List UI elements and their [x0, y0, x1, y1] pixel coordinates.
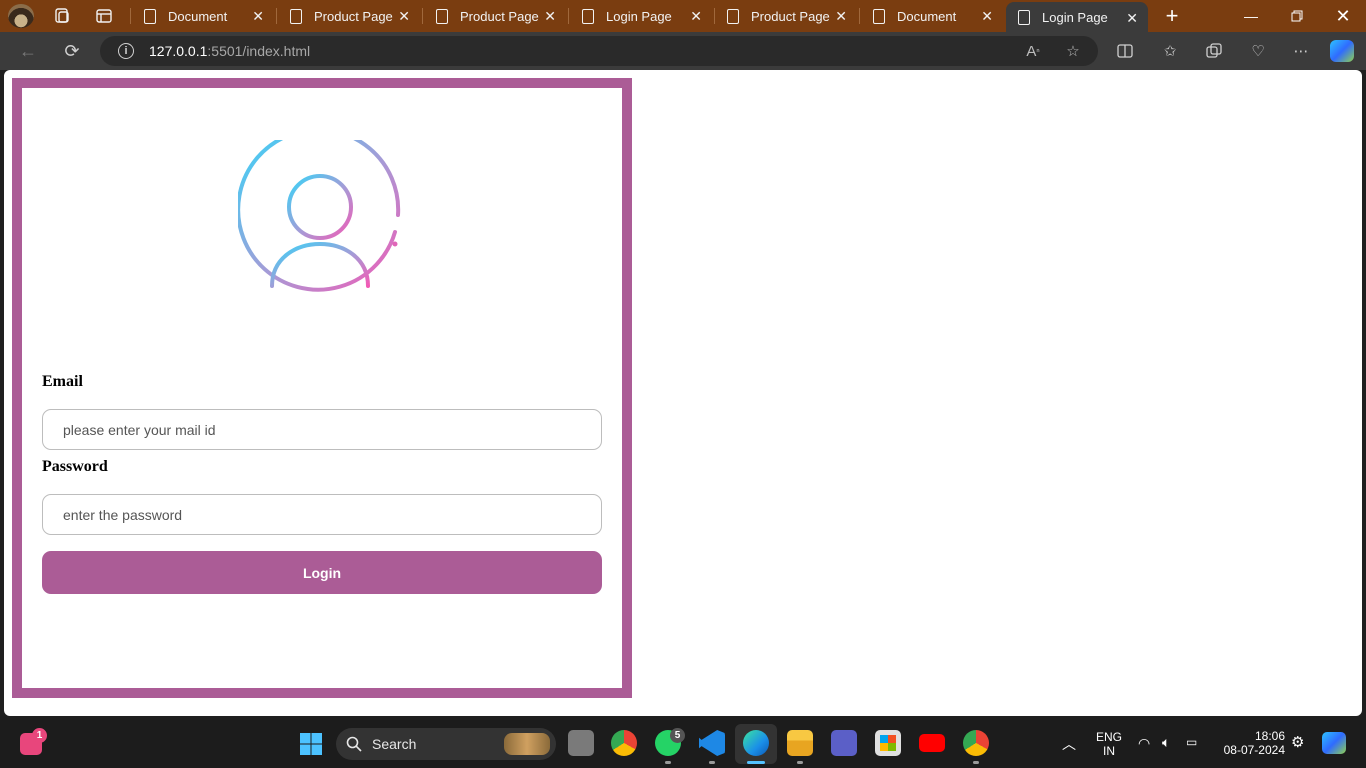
chevron-up-icon[interactable]: ︿ — [1062, 734, 1076, 754]
tab-label: Document — [897, 8, 957, 24]
document-icon — [727, 8, 739, 24]
restore-button[interactable] — [1274, 0, 1320, 32]
close-icon[interactable]: ✕ — [835, 8, 847, 25]
tab-label: Product Page — [314, 8, 393, 24]
address-bar[interactable]: i 127.0.0.1:5501/index.html Aⁿ ☆ — [100, 36, 1098, 66]
document-icon — [290, 8, 302, 24]
tab-document-2[interactable]: Document ✕ — [861, 0, 1003, 32]
windows-start-icon[interactable] — [299, 732, 323, 756]
info-icon[interactable]: i — [118, 43, 134, 59]
tab-strip: Document ✕ Product Page ✕ Product Page ✕… — [0, 0, 1366, 32]
volume-icon[interactable]: 🔈︎ — [1162, 734, 1170, 751]
search-icon — [346, 736, 362, 752]
copilot-icon[interactable] — [1330, 40, 1354, 62]
favorites-icon[interactable]: ✩ — [1159, 40, 1181, 62]
document-icon — [1018, 9, 1030, 25]
email-label: Email — [42, 373, 83, 390]
password-label: Password — [42, 458, 108, 475]
tab-document-1[interactable]: Document ✕ — [132, 0, 274, 32]
tab-product-page-1[interactable]: Product Page ✕ — [278, 0, 420, 32]
vscode-icon[interactable] — [699, 730, 725, 756]
file-explorer-icon[interactable] — [787, 730, 813, 756]
page-viewport: Email Password Login — [4, 70, 1362, 716]
language-indicator[interactable]: ENG IN — [1096, 730, 1122, 758]
tab-label: Product Page — [460, 8, 539, 24]
close-icon[interactable]: ✕ — [690, 8, 702, 25]
chrome-profile-icon[interactable] — [963, 730, 989, 756]
read-aloud-icon[interactable]: Aⁿ — [1023, 41, 1043, 61]
document-icon — [436, 8, 448, 24]
document-icon — [873, 8, 885, 24]
taskbar: 1 Search 5 ︿ ENG IN ◠ 🔈︎ ▭ 18:06 08-07-2… — [0, 720, 1366, 768]
clock[interactable]: 18:06 08-07-2024 — [1219, 729, 1285, 757]
task-view-icon[interactable] — [568, 730, 594, 756]
youtube-icon[interactable] — [919, 734, 945, 752]
close-icon[interactable]: ✕ — [544, 8, 556, 25]
close-window-button[interactable]: ✕ — [1320, 0, 1366, 32]
tab-label: Login Page — [606, 8, 672, 24]
notification-badge: 1 — [32, 728, 47, 743]
email-input[interactable] — [42, 409, 602, 450]
taskbar-search[interactable]: Search — [336, 728, 556, 760]
more-menu-icon[interactable]: ⋯ — [1290, 40, 1312, 62]
tab-product-page-3[interactable]: Product Page ✕ — [715, 0, 857, 32]
browser-essentials-icon[interactable]: ♡ — [1247, 40, 1269, 62]
document-icon — [144, 8, 156, 24]
url-text[interactable]: 127.0.0.1:5501/index.html — [149, 43, 310, 59]
user-circle-icon — [238, 140, 401, 292]
tab-actions-icon[interactable] — [94, 6, 114, 26]
search-label: Search — [372, 736, 417, 752]
battery-icon[interactable]: ▭ — [1186, 735, 1197, 749]
collections-icon[interactable] — [1203, 40, 1225, 62]
whatsapp-badge: 5 — [670, 728, 685, 743]
split-screen-icon[interactable] — [1114, 40, 1136, 62]
tab-login-page-active[interactable]: Login Page ✕ — [1006, 2, 1148, 32]
password-input[interactable] — [42, 494, 602, 535]
tab-label: Login Page — [1042, 9, 1108, 25]
refresh-icon[interactable]: ⟳ — [60, 39, 84, 63]
profile-avatar[interactable] — [8, 4, 34, 28]
close-icon[interactable]: ✕ — [398, 8, 410, 25]
login-button[interactable]: Login — [42, 551, 602, 594]
browser-toolbar: ← ⟳ i 127.0.0.1:5501/index.html Aⁿ ☆ ✩ ♡… — [0, 32, 1366, 70]
copilot-taskbar-icon[interactable] — [1322, 732, 1346, 754]
minimize-button[interactable]: — — [1228, 0, 1274, 32]
tab-label: Document — [168, 8, 228, 24]
teams-icon[interactable] — [831, 730, 857, 756]
settings-gear-icon[interactable]: ⚙ — [1291, 733, 1304, 751]
edge-icon[interactable] — [743, 730, 769, 756]
back-arrow-icon[interactable]: ← — [16, 39, 40, 63]
workspaces-icon[interactable] — [52, 6, 72, 26]
tab-login-page-1[interactable]: Login Page ✕ — [570, 0, 712, 32]
document-icon — [582, 8, 594, 24]
tab-product-page-2[interactable]: Product Page ✕ — [424, 0, 566, 32]
close-icon[interactable]: ✕ — [1126, 10, 1138, 27]
close-icon[interactable]: ✕ — [981, 8, 993, 25]
new-tab-button[interactable]: + — [1152, 0, 1192, 32]
wifi-icon[interactable]: ◠ — [1138, 735, 1150, 752]
favorite-star-icon[interactable]: ☆ — [1063, 41, 1083, 61]
search-highlight-icon — [504, 733, 550, 755]
close-icon[interactable]: ✕ — [252, 8, 264, 25]
login-card: Email Password Login — [12, 78, 632, 698]
tab-label: Product Page — [751, 8, 830, 24]
microsoft-store-icon[interactable] — [875, 730, 901, 756]
chrome-icon[interactable] — [611, 730, 637, 756]
